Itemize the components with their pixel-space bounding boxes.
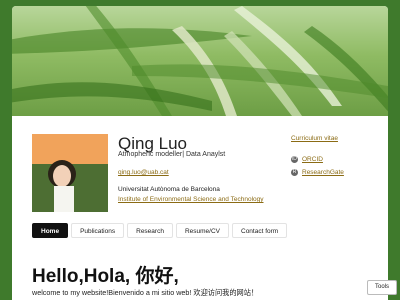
nav-contact-form[interactable]: Contact form xyxy=(232,223,288,238)
orcid-icon: iD xyxy=(291,156,298,163)
tools-button[interactable]: Tools xyxy=(367,280,397,295)
nav-home[interactable]: Home xyxy=(32,223,69,238)
orcid-label: ORCID xyxy=(302,156,323,163)
nav-research[interactable]: Research xyxy=(127,223,173,238)
profile-photo xyxy=(32,134,108,212)
institute-link[interactable]: Institute of Environmental Science and T… xyxy=(118,196,264,203)
nav-resume-cv[interactable]: Resume/CV xyxy=(175,223,229,238)
welcome-text: welcome to my website!Bienvenido a mi si… xyxy=(32,288,259,297)
email-link[interactable]: qing.luo@uab.cat xyxy=(118,169,169,176)
leaves-illustration xyxy=(12,6,388,116)
cv-link[interactable]: Curriculum vitae xyxy=(291,135,338,142)
researchgate-label: ResearchGate xyxy=(302,169,344,176)
profile-subtitle: Atmopheric modeller| Data Anaylst xyxy=(118,151,226,158)
orcid-link[interactable]: iD ORCID xyxy=(291,156,323,163)
profile-photo-illustration xyxy=(32,134,108,212)
university-text: Universitat Autònoma de Barcelona xyxy=(118,186,220,193)
nav-publications[interactable]: Publications xyxy=(71,223,125,238)
header-banner-image xyxy=(12,6,388,116)
page-heading: Hello,Hola, 你好, xyxy=(32,266,179,287)
researchgate-icon: R xyxy=(291,169,298,176)
main-navigation: Home Publications Research Resume/CV Con… xyxy=(32,223,288,238)
researchgate-link[interactable]: R ResearchGate xyxy=(291,169,344,176)
